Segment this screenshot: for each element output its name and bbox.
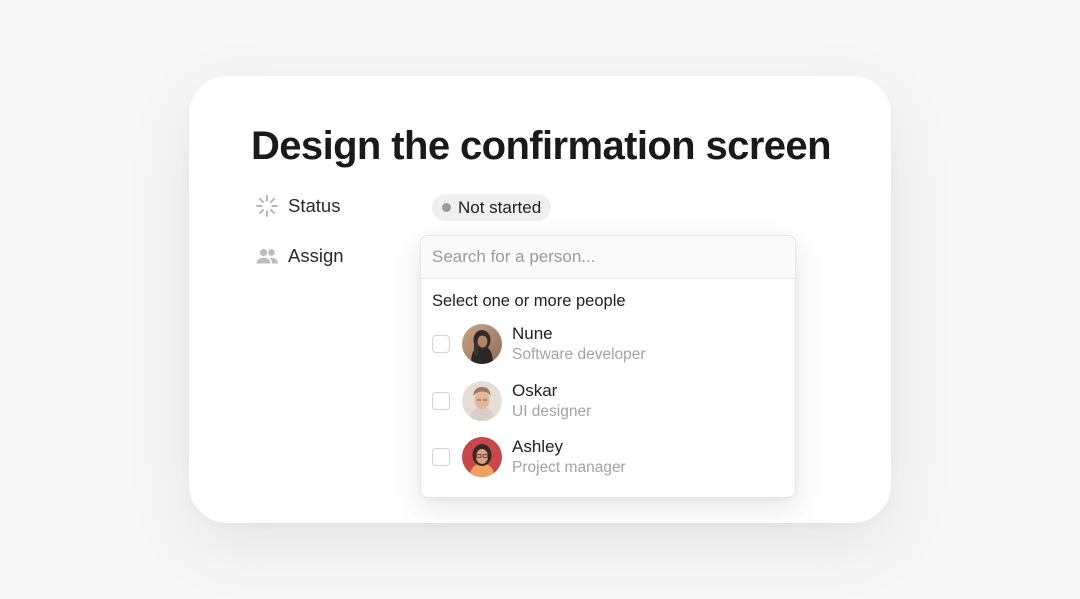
person-option-nune[interactable]: Nune Software developer (421, 316, 795, 373)
person-info: Ashley Project manager (512, 436, 626, 478)
person-info: Nune Software developer (512, 323, 646, 365)
people-icon (255, 244, 279, 268)
person-role: UI designer (512, 402, 592, 420)
avatar (462, 380, 502, 421)
loader-icon (255, 194, 279, 218)
person-name: Oskar (512, 380, 558, 400)
avatar (462, 324, 502, 365)
person-checkbox[interactable] (432, 335, 450, 354)
person-name: Nune (512, 324, 553, 344)
person-option-oskar[interactable]: Oskar UI designer (421, 373, 795, 430)
person-name: Ashley (512, 437, 564, 457)
search-box[interactable] (421, 236, 795, 279)
people-section-heading: Select one or more people (432, 292, 626, 310)
person-checkbox[interactable] (432, 391, 450, 410)
assign-property: Assign (255, 243, 344, 269)
assign-label: Assign (288, 245, 344, 266)
status-badge[interactable]: Not started (432, 194, 552, 221)
people-list: Nune Software developer Oskar UI designe… (421, 316, 795, 486)
person-role: Project manager (512, 459, 626, 477)
search-person-input[interactable] (432, 247, 772, 267)
avatar (462, 437, 502, 478)
person-info: Oskar UI designer (512, 380, 591, 422)
task-title: Design the confirmation screen (251, 124, 832, 168)
person-role: Software developer (512, 346, 646, 364)
status-label: Status (288, 195, 341, 216)
person-option-ashley[interactable]: Ashley Project manager (421, 429, 795, 486)
assign-person-dropdown: Select one or more people Nune Software … (420, 235, 796, 498)
person-checkbox[interactable] (432, 448, 450, 467)
status-dot (442, 203, 451, 212)
status-property: Status (255, 193, 340, 219)
status-value: Not started (458, 197, 542, 217)
